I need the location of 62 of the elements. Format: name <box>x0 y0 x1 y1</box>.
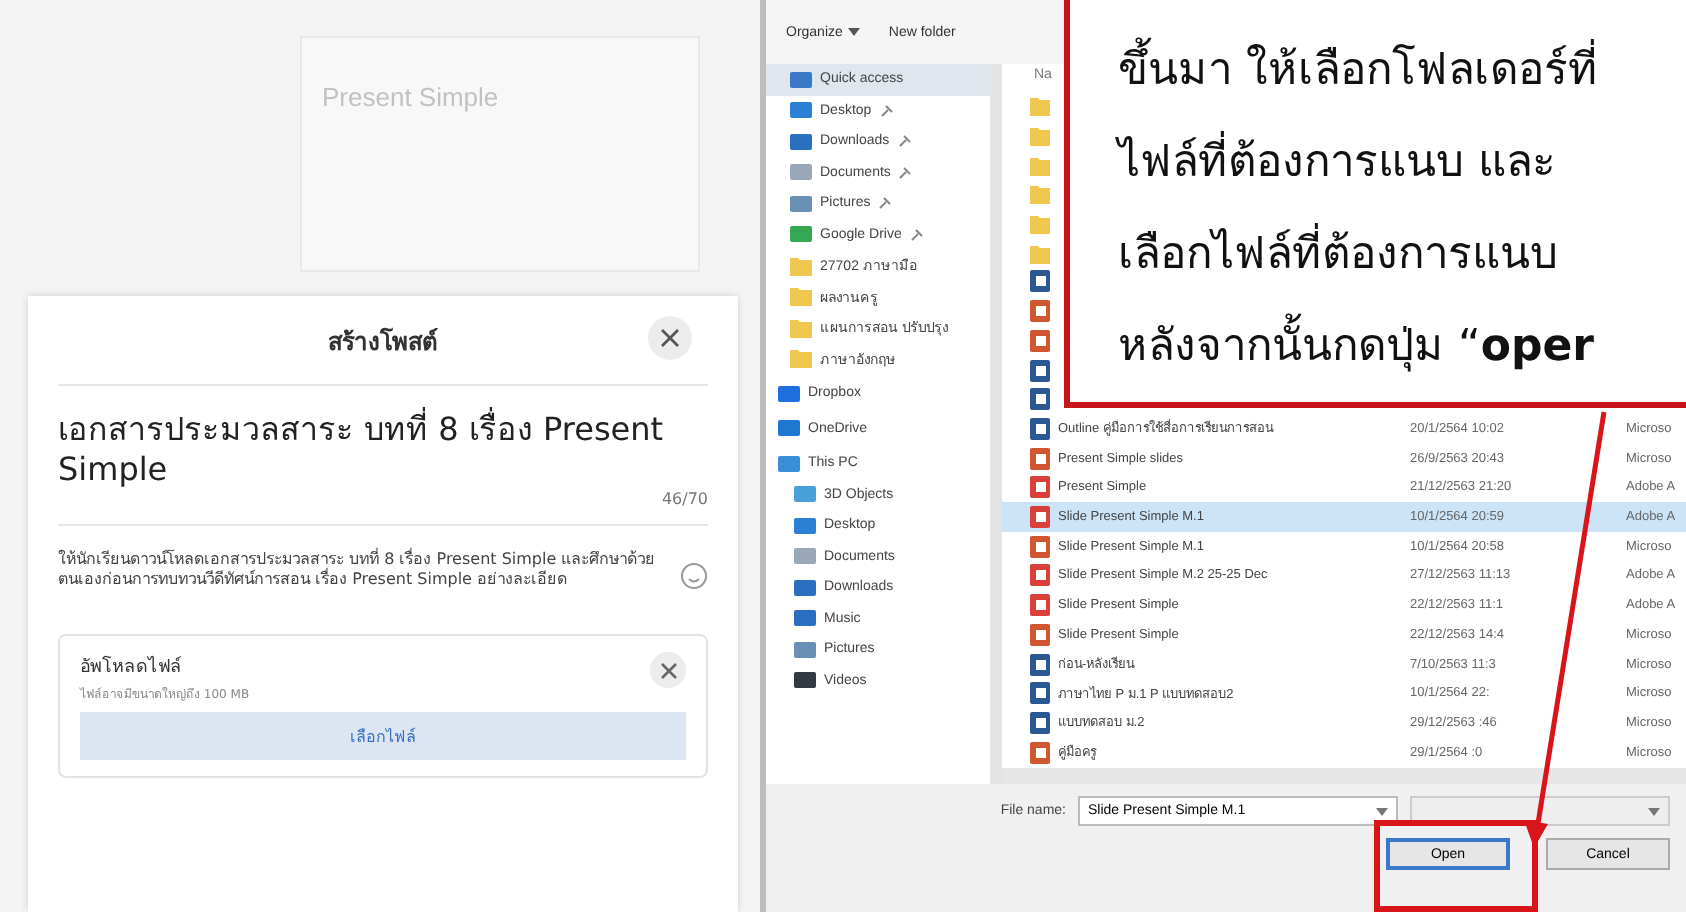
document-icon <box>1030 447 1050 470</box>
folder-icon <box>1030 182 1050 205</box>
close-icon <box>660 328 680 348</box>
folder-icon <box>790 286 812 307</box>
document-icon <box>1030 300 1050 323</box>
close-icon <box>659 661 677 679</box>
character-counter: 46/70 <box>58 490 708 526</box>
location-icon <box>794 546 816 567</box>
folder-icon <box>1030 153 1050 176</box>
location-icon <box>790 69 812 90</box>
location-icon <box>778 418 800 439</box>
location-icon <box>794 639 816 660</box>
document-icon <box>1030 653 1050 676</box>
location-icon <box>794 608 816 629</box>
location-icon <box>790 193 812 214</box>
location-icon <box>794 577 816 598</box>
horizontal-scrollbar[interactable] <box>1002 767 1686 785</box>
caret-icon <box>1376 807 1388 815</box>
document-icon <box>1030 623 1050 646</box>
document-icon <box>1030 564 1050 587</box>
location-icon <box>794 484 816 505</box>
location-icon <box>794 515 816 536</box>
folder-icon <box>1030 241 1050 264</box>
folder-icon <box>1030 123 1050 146</box>
callout-text: ขึ้นมา ให้เลือกโฟลเดอร์ที่ <box>1118 26 1598 118</box>
callout-text: เลือกไฟล์ที่ต้องการแนบ <box>1118 210 1558 302</box>
callout-text: หลังจากนั้นกดปุ่ม “oper <box>1118 302 1595 394</box>
location-icon <box>778 453 800 474</box>
location-icon <box>778 383 800 404</box>
location-icon <box>794 670 816 691</box>
document-icon <box>1030 417 1050 440</box>
location-icon <box>790 131 812 152</box>
choose-file-button[interactable]: เลือกไฟล์ <box>80 712 686 760</box>
document-icon <box>1030 682 1050 705</box>
remove-button[interactable] <box>650 652 686 688</box>
document-icon <box>1030 476 1050 499</box>
folder-icon <box>790 317 812 338</box>
document-icon <box>1030 359 1050 382</box>
document-icon <box>1030 741 1050 764</box>
location-icon <box>790 162 812 183</box>
document-icon <box>1030 594 1050 617</box>
dialog-title: สร้างโพสต์ <box>328 325 438 359</box>
location-icon <box>790 224 812 245</box>
folder-icon <box>1030 212 1050 235</box>
document-icon <box>1030 329 1050 352</box>
emoji-icon <box>680 562 708 590</box>
callout-text: ไฟล์ที่ต้องการแนบ และ <box>1118 118 1556 210</box>
document-icon <box>1030 270 1050 293</box>
document-icon <box>1030 506 1050 529</box>
post-description: ให้นักเรียนดาวน์โหลดเอกสารประมวลสาระ บทที่ 8 เรื่อง Present Simple และศึกษาด้วยตนเองก่อนการทบทวนวีดีทัศน์การสอน เรื่อง Present Simple อย่างละเอียด <box>58 550 658 590</box>
caret-icon <box>848 28 861 36</box>
location-icon <box>790 100 812 121</box>
folder-icon <box>1030 94 1050 117</box>
upload-title: อัพโหลดไฟล์ <box>80 653 184 680</box>
folder-icon <box>790 348 812 369</box>
document-icon <box>1030 711 1050 734</box>
folder-icon <box>790 255 812 276</box>
document-icon <box>1030 535 1050 558</box>
caret-icon <box>1648 807 1660 815</box>
close-button[interactable] <box>648 316 692 360</box>
post-title: เอกสารประมวลสาระ บทที่ 8 เรื่อง Present Simple <box>58 410 666 490</box>
document-icon <box>1030 388 1050 411</box>
